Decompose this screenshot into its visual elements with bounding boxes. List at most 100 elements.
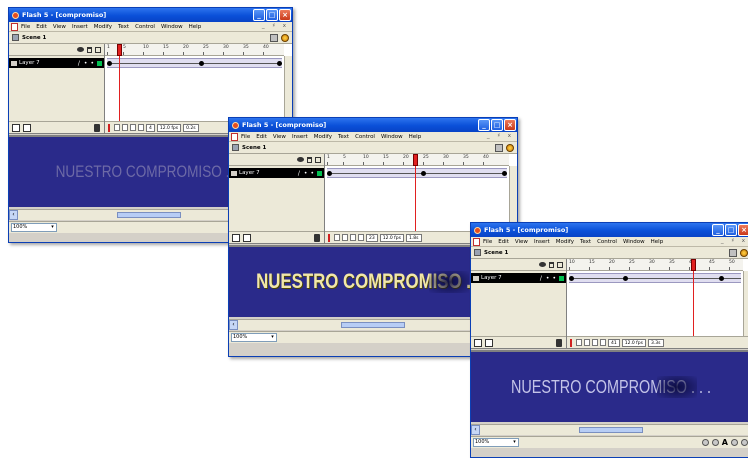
menu-text[interactable]: Text (118, 24, 129, 30)
title-bar[interactable]: Flash 5 - [compromiso] _ □ × (471, 223, 748, 237)
timeline-vertical-scrollbar[interactable] (284, 56, 292, 121)
menu-view[interactable]: View (515, 239, 528, 245)
close-button[interactable]: × (738, 224, 748, 236)
frame-span[interactable] (107, 58, 282, 68)
eye-icon[interactable] (297, 157, 304, 162)
onion-markers-icon[interactable] (138, 124, 144, 131)
show-library-icon[interactable] (711, 439, 719, 446)
frame-span[interactable] (569, 273, 741, 283)
outline-icon[interactable] (315, 156, 321, 163)
menu-control[interactable]: Control (355, 134, 375, 140)
center-frame-icon[interactable] (570, 338, 572, 347)
menu-control[interactable]: Control (597, 239, 617, 245)
scroll-thumb[interactable] (341, 322, 405, 328)
layer-color-swatch[interactable] (97, 60, 102, 66)
eye-icon[interactable] (539, 262, 546, 267)
scroll-left-arrow[interactable]: ‹ (9, 210, 18, 220)
outline-icon[interactable] (557, 261, 563, 268)
layer-color-swatch[interactable] (559, 275, 564, 281)
playhead[interactable] (691, 259, 696, 271)
menu-view[interactable]: View (53, 24, 66, 30)
end-keyframe[interactable] (277, 61, 282, 66)
show-info-icon[interactable] (731, 439, 738, 446)
menu-file[interactable]: File (21, 24, 30, 30)
chevron-down-icon[interactable]: ▾ (511, 439, 518, 446)
visibility-dot[interactable]: • (304, 170, 308, 177)
end-keyframe[interactable] (502, 171, 507, 176)
layer-row[interactable]: Layer 7 / • • (9, 58, 104, 68)
document-window-controls[interactable]: _ ♯ x (262, 23, 289, 29)
onion-skin-icon[interactable] (114, 124, 120, 131)
scroll-left-arrow[interactable]: ‹ (471, 425, 480, 435)
zoom-dropdown[interactable]: 100% ▾ (473, 438, 519, 447)
edit-scene-icon[interactable] (270, 34, 278, 42)
frame-ruler[interactable]: 101520253035404550 (567, 259, 743, 271)
playhead[interactable] (413, 154, 418, 166)
visibility-dot[interactable]: • (546, 275, 550, 282)
lock-icon[interactable] (307, 156, 312, 163)
frame-span[interactable] (327, 168, 507, 178)
onion-skin-icon[interactable] (576, 339, 582, 346)
edit-multiple-icon[interactable] (350, 234, 356, 241)
outline-icon[interactable] (95, 46, 101, 53)
document-window-controls[interactable]: _ ♯ x (721, 238, 748, 244)
frame-ruler[interactable]: 1 5 10 15 20 25 30 35 40 (105, 44, 284, 56)
menu-window[interactable]: Window (381, 134, 403, 140)
edit-scene-icon[interactable] (729, 249, 737, 257)
onion-markers-icon[interactable] (600, 339, 606, 346)
title-bar[interactable]: Flash 5 - [compromiso] _ □ × (229, 118, 517, 132)
menu-edit[interactable]: Edit (498, 239, 509, 245)
menu-view[interactable]: View (273, 134, 286, 140)
edit-symbol-icon[interactable] (281, 34, 289, 42)
scene-label[interactable]: Scene 1 (22, 35, 46, 41)
add-layer-icon[interactable] (232, 233, 240, 242)
menu-text[interactable]: Text (338, 134, 349, 140)
menu-text[interactable]: Text (580, 239, 591, 245)
maximize-button[interactable]: □ (725, 224, 737, 236)
chevron-down-icon[interactable]: ▾ (269, 334, 276, 341)
menu-help[interactable]: Help (409, 134, 422, 140)
mid-keyframe[interactable] (421, 171, 426, 176)
add-layer-icon[interactable] (474, 338, 482, 347)
eye-icon[interactable] (77, 47, 84, 52)
layer-row[interactable]: Layer 7 / • • (471, 273, 566, 283)
zoom-dropdown[interactable]: 100% ▾ (11, 223, 57, 232)
menu-insert[interactable]: Insert (534, 239, 550, 245)
center-frame-icon[interactable] (328, 233, 330, 242)
menu-window[interactable]: Window (161, 24, 183, 30)
menu-insert[interactable]: Insert (72, 24, 88, 30)
menu-modify[interactable]: Modify (314, 134, 332, 140)
menu-edit[interactable]: Edit (256, 134, 267, 140)
menu-help[interactable]: Help (189, 24, 202, 30)
layer-row[interactable]: Layer 7 / • • (229, 168, 324, 178)
show-movie-explorer-icon[interactable] (701, 439, 709, 446)
menu-window[interactable]: Window (623, 239, 645, 245)
playhead[interactable] (117, 44, 122, 56)
menu-modify[interactable]: Modify (94, 24, 112, 30)
zoom-dropdown[interactable]: 100% ▾ (231, 333, 277, 342)
menu-file[interactable]: File (483, 239, 492, 245)
title-bar[interactable]: Flash 5 - [compromiso] _ □ × (9, 8, 292, 22)
lock-icon[interactable] (87, 46, 92, 53)
close-button[interactable]: × (279, 9, 291, 21)
onion-outline-icon[interactable] (342, 234, 348, 241)
onion-outline-icon[interactable] (584, 339, 590, 346)
edit-multiple-icon[interactable] (592, 339, 598, 346)
start-keyframe[interactable] (327, 171, 332, 176)
add-guide-layer-icon[interactable] (485, 338, 493, 347)
document-window-controls[interactable]: _ ♯ x (487, 133, 514, 139)
text-tool-icon[interactable]: A (722, 439, 728, 447)
edit-multiple-icon[interactable] (130, 124, 136, 131)
onion-skin-icon[interactable] (334, 234, 340, 241)
add-guide-layer-icon[interactable] (243, 233, 251, 242)
lock-dot[interactable]: • (552, 275, 556, 282)
menu-control[interactable]: Control (135, 24, 155, 30)
add-layer-icon[interactable] (12, 123, 20, 132)
menu-modify[interactable]: Modify (556, 239, 574, 245)
scene-label[interactable]: Scene 1 (242, 145, 266, 151)
layer-color-swatch[interactable] (317, 170, 322, 176)
lock-dot[interactable]: • (310, 170, 314, 177)
maximize-button[interactable]: □ (491, 119, 503, 131)
stage[interactable]: NUESTRO COMPROMISO . . . (471, 350, 748, 422)
lock-icon[interactable] (549, 261, 554, 268)
